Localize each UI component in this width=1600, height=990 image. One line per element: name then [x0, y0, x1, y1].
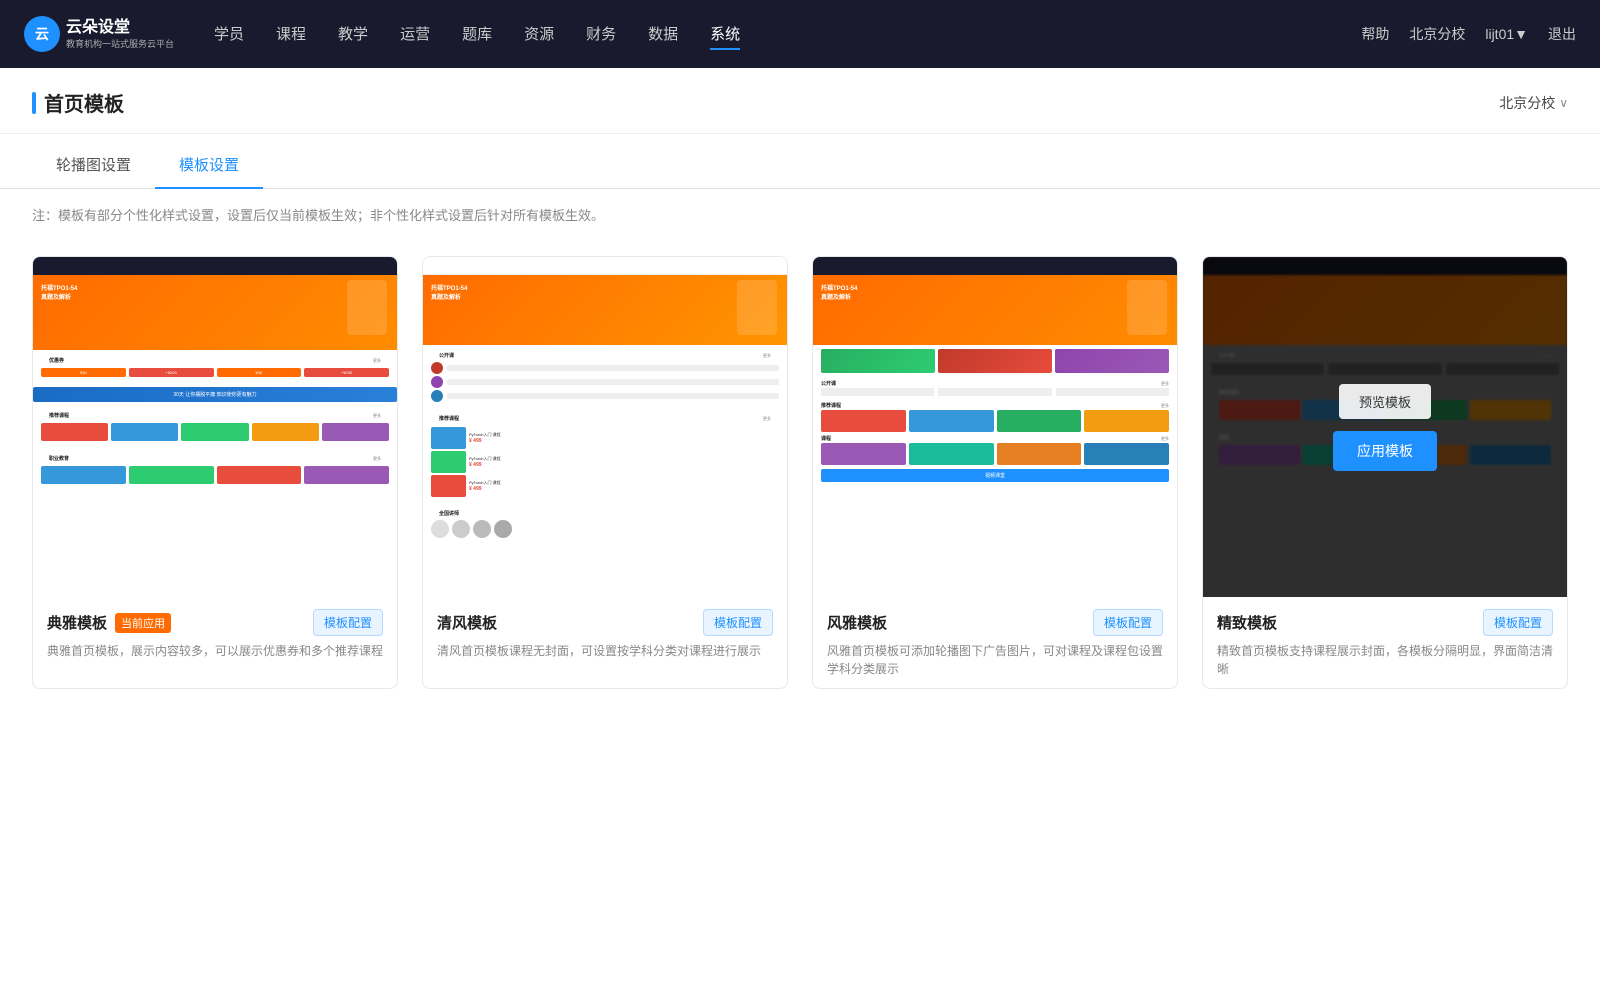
template-name-fresh: 清风模板 [437, 612, 497, 633]
tpl2-teacher-section: 全国讲师 [423, 503, 787, 542]
nav-user[interactable]: lijt01▼ [1485, 26, 1528, 42]
navbar: 云 云朵设堂 教育机构一站式服务云平台 学员 课程 教学 运营 题库 资源 财务… [0, 0, 1600, 68]
tpl3-course-section: 课程 更多 [813, 432, 1177, 465]
template-footer-refined: 精致模板 模板配置 精致首页模板支持课程展示封面，各模板分隔明显，界面简洁清晰 [1203, 597, 1567, 688]
tpl4-hover-overlay: 预览模板 应用模板 [1203, 257, 1567, 597]
nav-questions[interactable]: 题库 [462, 19, 492, 50]
template-desc-fresh: 清风首页模板课程无封面，可设置按学科分类对课程进行展示 [437, 642, 773, 660]
badge-current-elegant: 当前应用 [115, 613, 171, 633]
page-title-bar [32, 92, 36, 114]
tab-carousel[interactable]: 轮播图设置 [32, 142, 155, 189]
template-preview-refined: 公开课 更多 推荐课程 [1203, 257, 1567, 597]
btn-apply-template[interactable]: 应用模板 [1333, 431, 1437, 471]
tpl1-hero: 托福TPO1-54真题及解析 [33, 275, 397, 350]
tpl1-navbar [33, 257, 397, 275]
templates-grid: 托福TPO1-54真题及解析 优惠券 更多 ¥30 +¥200 ¥30 +¥20… [0, 232, 1600, 729]
tpl3-recommend-section: 推荐课程 更多 [813, 399, 1177, 432]
template-card-fresh[interactable]: 托福TPO1-54真题及解析 公开课 更多 [422, 256, 788, 689]
btn-config-refined[interactable]: 模板配置 [1483, 609, 1553, 636]
template-footer-elegant2: 风雅模板 模板配置 风雅首页模板可添加轮播图下广告图片，可对课程及课程包设置学科… [813, 597, 1177, 688]
template-preview-fresh: 托福TPO1-54真题及解析 公开课 更多 [423, 257, 787, 597]
tpl1-course-section: 推荐课程 更多 [33, 405, 397, 448]
btn-config-fresh[interactable]: 模板配置 [703, 609, 773, 636]
tpl1-coupon-section: 优惠券 更多 ¥30 +¥200 ¥30 +¥200 [33, 350, 397, 384]
tpl3-opencourse-section: 公开课 更多 [813, 377, 1177, 396]
page-note: 注：模板有部分个性化样式设置，设置后仅当前模板生效；非个性化样式设置后针对所有模… [0, 189, 1600, 232]
nav-branch[interactable]: 北京分校 [1409, 24, 1465, 44]
nav-finance[interactable]: 财务 [586, 19, 616, 50]
nav-operations[interactable]: 运营 [400, 19, 430, 50]
nav-help[interactable]: 帮助 [1361, 24, 1389, 44]
nav-right: 帮助 北京分校 lijt01▼ 退出 [1361, 24, 1576, 44]
nav-courses[interactable]: 课程 [276, 19, 306, 50]
nav-links: 学员 课程 教学 运营 题库 资源 财务 数据 系统 [214, 19, 1361, 50]
nav-students[interactable]: 学员 [214, 19, 244, 50]
nav-teaching[interactable]: 教学 [338, 19, 368, 50]
template-footer-fresh: 清风模板 模板配置 清风首页模板课程无封面，可设置按学科分类对课程进行展示 [423, 597, 787, 670]
template-desc-elegant2: 风雅首页模板可添加轮播图下广告图片，可对课程及课程包设置学科分类展示 [827, 642, 1163, 678]
template-card-elegant2[interactable]: 托福TPO1-54真题及解析 公开课 更多 [812, 256, 1178, 689]
nav-resources[interactable]: 资源 [524, 19, 554, 50]
page-title: 首页模板 [44, 88, 124, 117]
btn-config-elegant[interactable]: 模板配置 [313, 609, 383, 636]
template-name-elegant2: 风雅模板 [827, 612, 887, 633]
branch-selector[interactable]: 北京分校 ∨ [1499, 93, 1568, 113]
template-desc-refined: 精致首页模板支持课程展示封面，各模板分隔明显，界面简洁清晰 [1217, 642, 1553, 678]
nav-system[interactable]: 系统 [710, 19, 740, 50]
tpl3-hero: 托福TPO1-54真题及解析 [813, 275, 1177, 345]
tpl3-navbar [813, 257, 1177, 275]
template-desc-elegant: 典雅首页模板，展示内容较多，可以展示优惠券和多个推荐课程 [47, 642, 383, 660]
template-name-elegant: 典雅模板 [47, 612, 107, 633]
template-name-refined: 精致模板 [1217, 612, 1277, 633]
logo-text: 云朵设堂 教育机构一站式服务云平台 [66, 18, 174, 50]
tpl2-recommend-section: 推荐课程 更多 PyTorch入门 课程 ¥ 499 [423, 408, 787, 503]
tpl2-hero: 托福TPO1-54真题及解析 [423, 275, 787, 345]
template-card-refined[interactable]: 公开课 更多 推荐课程 [1202, 256, 1568, 689]
logo-icon: 云 [24, 16, 60, 52]
template-preview-elegant: 托福TPO1-54真题及解析 优惠券 更多 ¥30 +¥200 ¥30 +¥20… [33, 257, 397, 597]
tpl1-banner: 30天 让你摆脱平庸 知识使你更有魅力 [33, 387, 397, 402]
btn-config-elegant2[interactable]: 模板配置 [1093, 609, 1163, 636]
tabs-area: 轮播图设置 模板设置 [0, 142, 1600, 189]
tpl2-opencourse-section: 公开课 更多 [423, 345, 787, 408]
page-header: 首页模板 北京分校 ∨ [0, 68, 1600, 134]
template-preview-elegant2: 托福TPO1-54真题及解析 公开课 更多 [813, 257, 1177, 597]
branch-chevron-icon: ∨ [1559, 96, 1568, 110]
nav-logout[interactable]: 退出 [1548, 24, 1576, 44]
page-title-wrap: 首页模板 [32, 88, 124, 117]
tab-template[interactable]: 模板设置 [155, 142, 263, 189]
btn-preview-template[interactable]: 预览模板 [1339, 384, 1431, 419]
nav-data[interactable]: 数据 [648, 19, 678, 50]
tpl1-vocation-section: 职业教育 更多 [33, 448, 397, 491]
tpl3-ad-banners [813, 345, 1177, 377]
tpl2-navbar [423, 257, 787, 275]
logo: 云 云朵设堂 教育机构一站式服务云平台 [24, 16, 174, 52]
template-card-elegant[interactable]: 托福TPO1-54真题及解析 优惠券 更多 ¥30 +¥200 ¥30 +¥20… [32, 256, 398, 689]
page-content: 首页模板 北京分校 ∨ 轮播图设置 模板设置 注：模板有部分个性化样式设置，设置… [0, 68, 1600, 990]
template-footer-elegant: 典雅模板 当前应用 模板配置 典雅首页模板，展示内容较多，可以展示优惠券和多个推… [33, 597, 397, 670]
